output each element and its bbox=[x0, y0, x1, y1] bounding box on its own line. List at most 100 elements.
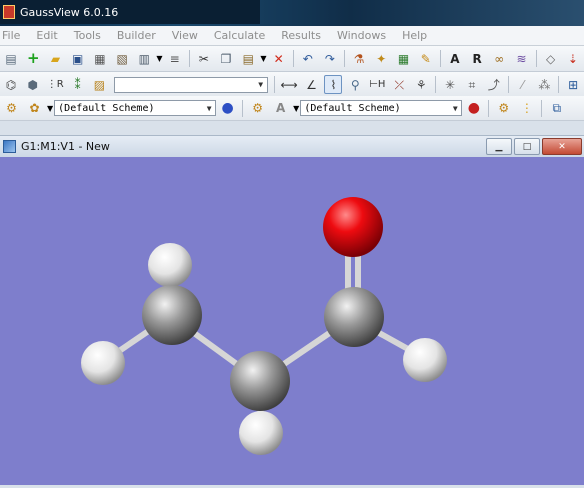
window-icon[interactable]: ⧉ bbox=[547, 99, 566, 118]
modify-bond-icon[interactable]: ⟷ bbox=[280, 75, 299, 94]
toolbar-separator bbox=[541, 99, 543, 117]
carbon-atom-cho[interactable] bbox=[324, 287, 384, 347]
copy-icon[interactable]: ❐ bbox=[217, 49, 235, 68]
add-hydrogen-icon[interactable]: ⊢H bbox=[368, 75, 386, 94]
menu-file[interactable]: File bbox=[2, 28, 20, 43]
chevron-down-icon[interactable]: ▼ bbox=[47, 104, 53, 113]
delete-atom-icon[interactable]: ⤫ bbox=[390, 75, 408, 94]
chevron-down-icon[interactable]: ▼ bbox=[156, 54, 162, 63]
menu-calculate[interactable]: Calculate bbox=[214, 28, 265, 43]
inquire-icon[interactable]: ⚲ bbox=[346, 75, 364, 94]
toolbar-separator bbox=[188, 50, 190, 67]
hydrogen-atom-top[interactable] bbox=[148, 243, 192, 287]
toolbar-separator bbox=[435, 76, 437, 93]
clean-icon[interactable]: ✦ bbox=[372, 49, 390, 68]
menu-edit[interactable]: Edit bbox=[36, 28, 57, 43]
save-image-icon[interactable]: ▧ bbox=[113, 49, 131, 68]
close-button[interactable]: ✕ bbox=[542, 138, 582, 155]
toolbar-separator bbox=[439, 50, 441, 67]
display-toolbar: ⚙ ✿ ▼ (Default Scheme) ▼ ● ⚙ A ▼ (Defaul… bbox=[0, 96, 584, 121]
document-title: G1:M1:V1 - New bbox=[21, 140, 110, 153]
ring-icon[interactable]: ⬢ bbox=[24, 75, 42, 94]
stars-icon[interactable]: ⁂ bbox=[535, 75, 553, 94]
fragment-select[interactable]: ▼ bbox=[114, 76, 268, 93]
sparkle-icon[interactable]: ✳ bbox=[441, 75, 459, 94]
redo-icon[interactable]: ↷ bbox=[321, 49, 339, 68]
hydrogen-atom-right[interactable] bbox=[403, 338, 447, 382]
app-titlebar: GaussView 6.0.16 bbox=[0, 0, 260, 24]
builder-icon[interactable]: ✎ bbox=[417, 49, 435, 68]
list-icon[interactable]: ≡ bbox=[166, 49, 184, 68]
connect-icon[interactable]: ⊞ bbox=[564, 75, 582, 94]
r-group-icon[interactable]: ⋮R bbox=[46, 75, 65, 94]
minimize-button[interactable]: ▁ bbox=[486, 138, 512, 155]
scheme-right-value: (Default Scheme) bbox=[304, 102, 401, 114]
menu-view[interactable]: View bbox=[172, 28, 198, 43]
style-icon[interactable]: ✿ bbox=[25, 99, 44, 118]
sphere-red-icon[interactable]: ● bbox=[464, 99, 483, 118]
toolbar-separator bbox=[558, 76, 560, 93]
symbol-icon[interactable]: ⚘ bbox=[412, 75, 430, 94]
main-toolbar: ▤ + ▰ ▣ ▦ ▧ ▥ ▼ ≡ ✂ ❐ ▤ ▼ ✕ ↶ ↷ ⚗ ✦ ▦ ✎ … bbox=[0, 46, 584, 72]
text-r-icon[interactable]: R bbox=[468, 49, 486, 68]
oxygen-atom[interactable] bbox=[323, 197, 383, 257]
window-controls: ▁ □ ✕ bbox=[484, 138, 582, 155]
save-movie-icon[interactable]: ▥ bbox=[135, 49, 153, 68]
symmetry-icon[interactable]: ▦ bbox=[394, 49, 412, 68]
carbon-atom-ch2[interactable] bbox=[230, 351, 290, 411]
cut-icon[interactable]: ✂ bbox=[195, 49, 213, 68]
menu-help[interactable]: Help bbox=[402, 28, 427, 43]
menu-tools[interactable]: Tools bbox=[74, 28, 101, 43]
link-icon[interactable]: ∞ bbox=[490, 49, 508, 68]
move-icon[interactable]: ⌗ bbox=[463, 75, 481, 94]
diamond-icon[interactable]: ◇ bbox=[542, 49, 560, 68]
layers-icon[interactable]: ≋ bbox=[512, 49, 530, 68]
gear-icon[interactable]: ⚙ bbox=[248, 99, 267, 118]
scheme-left-value: (Default Scheme) bbox=[58, 102, 155, 114]
biological-icon[interactable]: ⁑ bbox=[69, 75, 87, 94]
thermometer-icon[interactable]: ⇣ bbox=[564, 49, 582, 68]
color-scheme-select-right[interactable]: (Default Scheme) ▼ bbox=[300, 100, 463, 116]
modify-dihedral-icon[interactable]: ⌇ bbox=[324, 75, 343, 94]
hydrogen-atom-left[interactable] bbox=[81, 341, 125, 385]
text-a-icon[interactable]: A bbox=[446, 49, 464, 68]
new-document-icon[interactable]: ▤ bbox=[2, 49, 20, 68]
print-icon[interactable]: ▦ bbox=[91, 49, 109, 68]
rebond-icon[interactable]: ⤴ bbox=[485, 75, 503, 94]
chevron-down-icon: ▼ bbox=[206, 103, 212, 113]
save-icon[interactable]: ▣ bbox=[69, 49, 87, 68]
sphere-blue-icon[interactable]: ● bbox=[218, 99, 237, 118]
app-title: GaussView 6.0.16 bbox=[20, 5, 119, 19]
gear-icon[interactable]: ⚙ bbox=[2, 99, 21, 118]
molecule-canvas[interactable] bbox=[0, 157, 584, 485]
menubar: File Edit Tools Builder View Calculate R… bbox=[0, 26, 584, 46]
text-style-icon[interactable]: A bbox=[271, 99, 290, 118]
modify-angle-icon[interactable]: ∠ bbox=[303, 75, 321, 94]
color-scheme-select-left[interactable]: (Default Scheme) ▼ bbox=[54, 100, 217, 116]
toolbar-separator bbox=[344, 50, 346, 67]
toolbar-separator bbox=[488, 99, 490, 117]
add-molecule-icon[interactable]: + bbox=[24, 49, 42, 68]
element-icon[interactable]: ⌬ bbox=[2, 75, 20, 94]
traffic-light-icon[interactable]: ⋮ bbox=[517, 99, 536, 118]
chevron-down-icon[interactable]: ▼ bbox=[260, 54, 266, 63]
magic-icon[interactable]: ⁄ bbox=[514, 75, 532, 94]
gear-icon[interactable]: ⚙ bbox=[494, 99, 513, 118]
menu-results[interactable]: Results bbox=[281, 28, 321, 43]
molecule-viewport[interactable] bbox=[0, 157, 584, 485]
undo-icon[interactable]: ↶ bbox=[299, 49, 317, 68]
chevron-down-icon[interactable]: ▼ bbox=[293, 104, 299, 113]
menu-builder[interactable]: Builder bbox=[117, 28, 156, 43]
hydrogen-atom-bottom[interactable] bbox=[239, 411, 283, 455]
chevron-down-icon: ▼ bbox=[258, 80, 264, 89]
carbon-atom-ch3[interactable] bbox=[142, 285, 202, 345]
delete-icon[interactable]: ✕ bbox=[270, 49, 288, 68]
open-folder-icon[interactable]: ▰ bbox=[46, 49, 64, 68]
gaussview-app-icon bbox=[3, 5, 15, 19]
toolbar-separator bbox=[535, 50, 537, 67]
paste-icon[interactable]: ▤ bbox=[239, 49, 257, 68]
fragment-icon[interactable]: ⚗ bbox=[350, 49, 368, 68]
custom-fragment-icon[interactable]: ▨ bbox=[91, 75, 109, 94]
menu-windows[interactable]: Windows bbox=[337, 28, 386, 43]
maximize-button[interactable]: □ bbox=[514, 138, 540, 155]
